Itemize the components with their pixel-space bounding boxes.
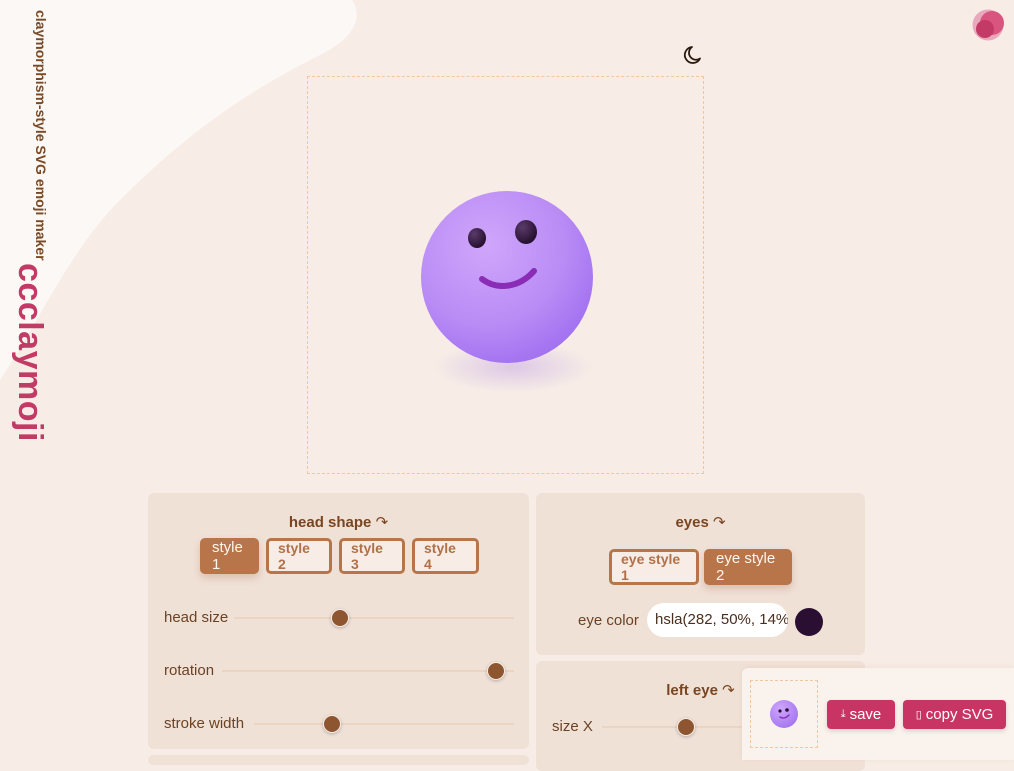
rotation-track[interactable] (222, 670, 514, 672)
clipboard-icon: ▯ (915, 709, 922, 721)
rotation-label: rotation (164, 662, 215, 679)
head-size-label: head size (164, 609, 229, 626)
save-button[interactable]: ⤓ save (827, 700, 895, 729)
redo-arrow-icon[interactable]: ↷ (722, 682, 735, 699)
avatar[interactable] (972, 9, 1004, 41)
eye-style-group: eye style 1 eye style 2 (609, 549, 792, 585)
size-x-label: size X (552, 718, 593, 735)
eye-color-field[interactable]: hsla(282, 50%, 14%, 1) (647, 603, 788, 637)
copy-svg-label: copy SVG (925, 706, 994, 723)
head-shape-title: head shape ↷ (148, 513, 529, 531)
eye-style-2-button[interactable]: eye style 2 (704, 549, 792, 585)
eyes-title: eyes ↷ (536, 513, 865, 531)
moon-icon[interactable] (682, 43, 706, 67)
head-shape-title-text: head shape (288, 514, 372, 531)
eye-style-1-button[interactable]: eye style 1 (609, 549, 699, 585)
app-title: ccclaymoji (11, 262, 49, 442)
save-label: save (849, 706, 882, 723)
app-subtitle: claymorphism-style SVG emoji maker (33, 10, 49, 261)
left-eye-title-text: left eye (666, 682, 718, 699)
rotation-slider[interactable] (487, 662, 506, 680)
head-style-3-button[interactable]: style 3 (339, 538, 405, 574)
stroke-width-label: stroke width (164, 715, 245, 732)
eyes-panel: eyes ↷ eye style 1 eye style 2 eye color… (536, 493, 865, 655)
size-x-slider[interactable] (677, 718, 695, 736)
head-style-2-button[interactable]: style 2 (266, 538, 332, 574)
emoji-preview-large (421, 191, 593, 393)
export-bar: ⤓ save ▯ copy SVG (742, 668, 1014, 760)
head-style-1-button[interactable]: style 1 (200, 538, 259, 574)
next-panel (148, 755, 529, 765)
emoji-thumbnail (750, 680, 818, 748)
head-size-track[interactable] (234, 617, 514, 619)
eye-color-swatch[interactable] (795, 608, 823, 636)
head-size-slider[interactable] (331, 609, 350, 627)
eyes-title-text: eyes (675, 514, 709, 531)
app-title-block: ccclaymoji claymorphism-style SVG emoji … (11, 10, 49, 442)
head-style-4-button[interactable]: style 4 (412, 538, 479, 574)
head-style-group: style 1 style 2 style 3 style 4 (200, 538, 479, 574)
copy-svg-button[interactable]: ▯ copy SVG (903, 700, 1006, 729)
emoji-canvas (307, 76, 704, 474)
eye-color-label: eye color (578, 612, 639, 629)
download-icon: ⤓ (840, 708, 846, 720)
redo-arrow-icon[interactable]: ↷ (713, 514, 726, 531)
stroke-width-slider[interactable] (323, 715, 341, 733)
redo-arrow-icon[interactable]: ↷ (376, 514, 389, 531)
head-shape-panel: head shape ↷ style 1 style 2 style 3 sty… (148, 493, 529, 749)
stroke-width-track[interactable] (254, 723, 514, 725)
